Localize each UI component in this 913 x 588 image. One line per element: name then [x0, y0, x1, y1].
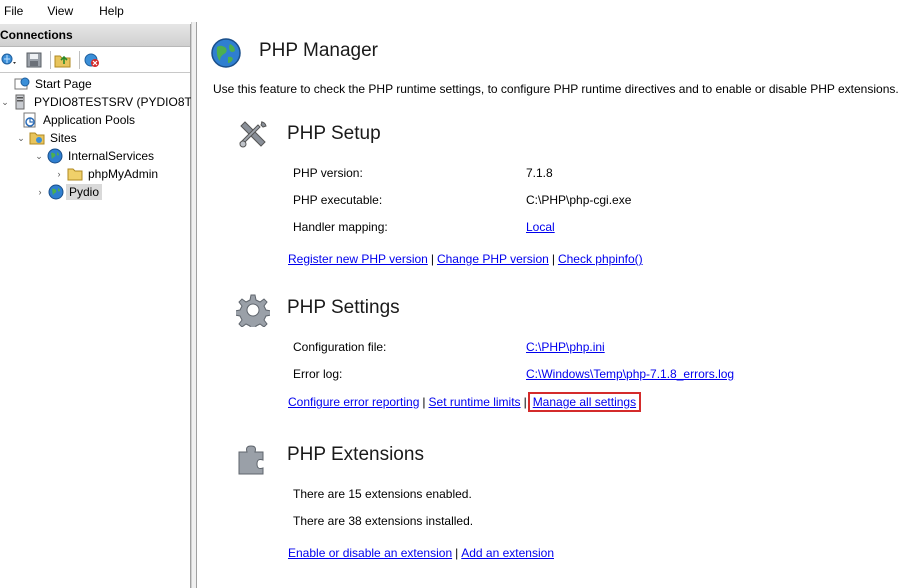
- puzzle-piece-icon: [238, 445, 264, 475]
- add-extension-link[interactable]: Add an extension: [461, 546, 554, 560]
- configure-error-reporting-link[interactable]: Configure error reporting: [288, 395, 419, 409]
- start-page-icon: [14, 77, 30, 90]
- tree-item-pydio[interactable]: › Pydio: [35, 183, 103, 201]
- disconnect-icon: [84, 53, 99, 67]
- handler-mapping-link[interactable]: Local: [526, 220, 555, 234]
- toolbar-separator: [79, 50, 80, 69]
- extensions-enabled-text: There are 15 extensions enabled.: [293, 487, 472, 501]
- chevron-right-icon[interactable]: ›: [54, 169, 64, 179]
- tree-label: Sites: [50, 131, 77, 145]
- set-runtime-limits-link[interactable]: Set runtime limits: [429, 395, 521, 409]
- globe-icon: [47, 148, 63, 164]
- check-phpinfo-link[interactable]: Check phpinfo(): [558, 252, 643, 266]
- toolbar-separator: [50, 50, 51, 69]
- php-setup-links: Register new PHP version | Change PHP vers…: [288, 252, 643, 266]
- link-separator: |: [523, 395, 527, 409]
- tree-label: Start Page: [35, 77, 92, 91]
- error-log-label: Error log:: [293, 367, 343, 381]
- up-level-button[interactable]: [53, 50, 73, 70]
- menu-view[interactable]: View: [41, 0, 81, 22]
- save-icon: [26, 52, 42, 67]
- connections-pane: Connections Start Page ⌄ PYDIO8TESTSRV (…: [0, 24, 215, 588]
- tree-item-internalservices[interactable]: ⌄ InternalServices: [34, 147, 157, 165]
- error-log-link[interactable]: C:\Windows\Temp\php-7.1.8_errors.log: [526, 367, 734, 381]
- connections-header: Connections: [0, 24, 190, 47]
- tree-label: InternalServices: [68, 149, 155, 163]
- tree-item-phpmyadmin[interactable]: › phpMyAdmin: [54, 165, 161, 183]
- php-extensions-title: PHP Extensions: [287, 444, 424, 465]
- php-settings-title: PHP Settings: [287, 297, 400, 318]
- tree-label: Pydio: [66, 184, 103, 200]
- page-title: PHP Manager: [259, 40, 378, 61]
- folder-icon: [67, 168, 83, 181]
- php-version-label: PHP version:: [293, 166, 363, 180]
- chevron-down-icon[interactable]: ⌄: [16, 133, 26, 144]
- php-setup-title: PHP Setup: [287, 123, 381, 144]
- application-pools-icon: [23, 112, 36, 128]
- php-manager-pane: PHP Manager Use this feature to check th…: [197, 22, 913, 588]
- tree-label: Application Pools: [43, 113, 136, 127]
- tools-icon: [239, 121, 267, 148]
- link-separator: |: [551, 252, 555, 266]
- manage-all-settings-highlight: Manage all settings: [527, 392, 642, 412]
- tree-label: phpMyAdmin: [88, 167, 159, 181]
- menu-file[interactable]: File: [0, 0, 31, 22]
- menu-help[interactable]: Help: [93, 0, 132, 22]
- php-executable-label: PHP executable:: [293, 193, 383, 207]
- configuration-file-link[interactable]: C:\PHP\php.ini: [526, 340, 605, 354]
- handler-mapping-label: Handler mapping:: [293, 220, 388, 234]
- globe-icon: [48, 184, 64, 200]
- php-settings-links: Configure error reporting | Set runtime li…: [288, 392, 642, 412]
- chevron-right-icon[interactable]: ›: [35, 187, 45, 197]
- connections-toolbar: [0, 47, 190, 73]
- tree-item-application-pools[interactable]: Application Pools: [22, 111, 138, 129]
- php-executable-value: C:\PHP\php-cgi.exe: [526, 193, 632, 207]
- chevron-down-icon[interactable]: ⌄: [0, 97, 10, 108]
- gear-icon: [236, 294, 270, 327]
- configuration-file-label: Configuration file:: [293, 340, 387, 354]
- disconnect-button[interactable]: [82, 50, 102, 70]
- manage-all-settings-link[interactable]: Manage all settings: [533, 395, 636, 409]
- link-separator: |: [422, 395, 426, 409]
- menu-bar: File View Help: [0, 0, 913, 22]
- tree-item-server[interactable]: ⌄ PYDIO8TESTSRV (PYDIO8TEST: [0, 93, 218, 111]
- change-php-version-link[interactable]: Change PHP version: [437, 252, 549, 266]
- link-separator: |: [455, 546, 459, 560]
- register-new-php-version-link[interactable]: Register new PHP version: [288, 252, 428, 266]
- page-description: Use this feature to check the PHP runtim…: [213, 82, 899, 96]
- extensions-installed-text: There are 38 extensions installed.: [293, 514, 474, 528]
- php-manager-globe-icon: [211, 38, 241, 68]
- tree-item-start-page[interactable]: Start Page: [14, 75, 95, 93]
- php-version-value: 7.1.8: [526, 166, 553, 180]
- chevron-down-icon[interactable]: ⌄: [34, 151, 44, 162]
- php-extensions-links: Enable or disable an extension | Add an ex…: [288, 546, 554, 560]
- tree-item-sites[interactable]: ⌄ Sites: [16, 129, 80, 147]
- enable-disable-extension-link[interactable]: Enable or disable an extension: [288, 546, 452, 560]
- sites-folder-icon: [29, 132, 45, 145]
- server-icon: [15, 94, 25, 110]
- save-button[interactable]: [24, 50, 44, 70]
- link-separator: |: [430, 252, 434, 266]
- connect-icon: [1, 53, 16, 64]
- connect-dropdown-button[interactable]: [0, 50, 20, 70]
- folder-up-icon: [54, 55, 71, 67]
